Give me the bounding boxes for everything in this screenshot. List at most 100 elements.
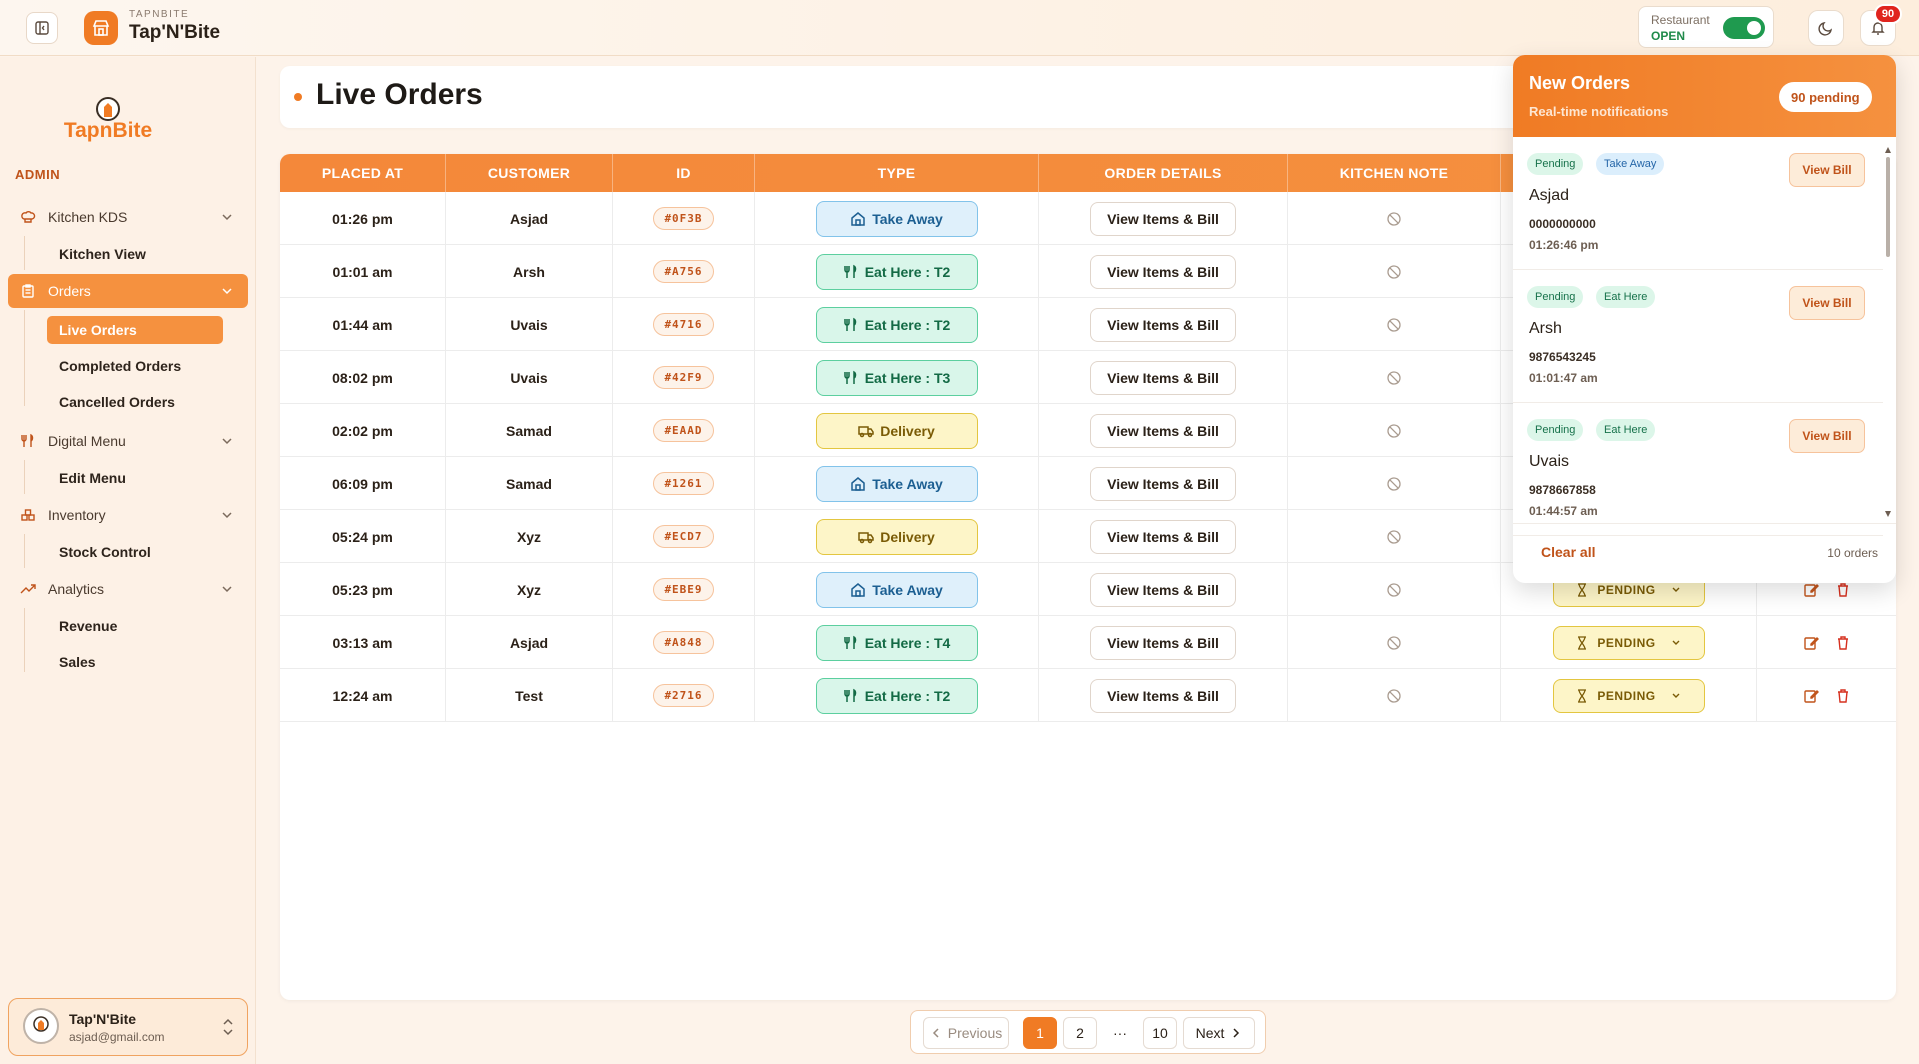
view-items-bill-button[interactable]: View Items & Bill — [1090, 201, 1236, 236]
order-details-cell: View Items & Bill — [1039, 245, 1288, 298]
nav-group-inventory[interactable]: Inventory — [8, 498, 248, 532]
nav-rail — [24, 534, 25, 568]
order-id-badge: #ECD7 — [653, 525, 714, 548]
order-type-tag: Eat Here — [1596, 419, 1656, 441]
page-button-1[interactable]: 1 — [1023, 1017, 1057, 1049]
customer-cell: Test — [446, 669, 613, 722]
id-cell: #ECD7 — [613, 510, 755, 563]
trash-icon[interactable] — [1835, 582, 1851, 598]
notification-time: 01:01:47 am — [1529, 371, 1598, 385]
page-button-10[interactable]: 10 — [1143, 1017, 1177, 1049]
page-button-2[interactable]: 2 — [1063, 1017, 1097, 1049]
id-cell: #4716 — [613, 298, 755, 351]
view-bill-button[interactable]: View Bill — [1789, 153, 1865, 187]
order-details-cell: View Items & Bill — [1039, 298, 1288, 351]
sidebar-toggle-button[interactable] — [26, 12, 58, 44]
table-row: 03:13 am Asjad #A848 Eat Here : T4 View … — [280, 616, 1896, 669]
placed-at-cell: 02:02 pm — [280, 404, 446, 457]
edit-icon[interactable] — [1803, 688, 1819, 704]
trash-icon[interactable] — [1835, 635, 1851, 651]
theme-toggle-button[interactable] — [1808, 10, 1844, 46]
pending-tag: Pending — [1527, 419, 1584, 441]
restaurant-status-toggle[interactable]: Restaurant OPEN — [1638, 6, 1774, 48]
view-items-bill-button[interactable]: View Items & Bill — [1090, 678, 1236, 713]
view-items-bill-button[interactable]: View Items & Bill — [1090, 254, 1236, 289]
hourglass-icon — [1578, 582, 1587, 597]
notification-item[interactable]: Pending Eat Here Uvais 9878667858 01:44:… — [1513, 403, 1883, 536]
chevron-left-icon — [932, 1028, 939, 1038]
status-dropdown[interactable]: PENDING — [1552, 678, 1705, 713]
status-dropdown[interactable]: PENDING — [1552, 625, 1705, 660]
view-items-bill-button[interactable]: View Items & Bill — [1090, 466, 1236, 501]
nav-item-live-orders[interactable]: Live Orders — [47, 316, 223, 344]
nav-item-revenue[interactable]: Revenue — [47, 612, 117, 640]
view-items-bill-button[interactable]: View Items & Bill — [1090, 572, 1236, 607]
clipboard-icon — [20, 283, 36, 299]
avatar — [23, 1008, 59, 1044]
kitchen-note-cell — [1288, 351, 1501, 404]
nav-item-edit-menu[interactable]: Edit Menu — [47, 464, 126, 492]
nav-item-sales[interactable]: Sales — [47, 648, 96, 676]
user-name: Tap'N'Bite — [69, 1011, 137, 1027]
previous-page-button[interactable]: Previous — [923, 1017, 1009, 1049]
chevron-down-icon — [1672, 640, 1680, 645]
nav-item-cancelled-orders[interactable]: Cancelled Orders — [47, 388, 175, 416]
kitchen-note-cell — [1288, 616, 1501, 669]
view-items-bill-button[interactable]: View Items & Bill — [1090, 413, 1236, 448]
type-cell: Delivery — [755, 404, 1039, 457]
column-header-order-details[interactable]: ORDER DETAILS — [1039, 154, 1288, 192]
placed-at-cell: 08:02 pm — [280, 351, 446, 404]
column-header-placed-at[interactable]: PLACED AT — [280, 154, 446, 192]
chevron-right-icon — [1233, 1028, 1240, 1038]
status-cell: PENDING — [1501, 616, 1757, 669]
nav-item-kitchen-view[interactable]: Kitchen View — [47, 240, 146, 268]
edit-icon[interactable] — [1803, 582, 1819, 598]
nav-group-orders[interactable]: Orders — [8, 274, 248, 308]
id-cell: #EBE9 — [613, 563, 755, 616]
user-profile-card[interactable]: Tap'N'Bite asjad@gmail.com — [8, 998, 248, 1056]
sidebar: TapnBite ADMIN Kitchen KDS Kitchen View … — [0, 57, 256, 1064]
notification-item[interactable]: Pending Eat Here Arsh 9876543245 01:01:4… — [1513, 270, 1883, 403]
view-items-bill-button[interactable]: View Items & Bill — [1090, 307, 1236, 342]
trash-icon[interactable] — [1835, 688, 1851, 704]
nav-rail — [24, 608, 25, 672]
nav-item-stock-control[interactable]: Stock Control — [47, 538, 151, 566]
view-bill-button[interactable]: View Bill — [1789, 419, 1865, 453]
view-items-bill-button[interactable]: View Items & Bill — [1090, 625, 1236, 660]
nav-group-kitchen-kds[interactable]: Kitchen KDS — [8, 200, 248, 234]
customer-cell: Asjad — [446, 616, 613, 669]
kitchen-note-cell — [1288, 457, 1501, 510]
restaurant-label: Restaurant — [1651, 13, 1710, 27]
view-items-bill-button[interactable]: View Items & Bill — [1090, 360, 1236, 395]
order-type-badge: Eat Here : T2 — [815, 306, 978, 343]
nav-item-completed-orders[interactable]: Completed Orders — [47, 352, 181, 380]
nav-group-analytics[interactable]: Analytics — [8, 572, 248, 606]
restaurant-status: OPEN — [1651, 29, 1686, 43]
customer-cell: Uvais — [446, 351, 613, 404]
order-id-badge: #4716 — [653, 313, 714, 336]
column-header-customer[interactable]: CUSTOMER — [446, 154, 613, 192]
next-page-button[interactable]: Next — [1183, 1017, 1255, 1049]
nav-group-digital-menu[interactable]: Digital Menu — [8, 424, 248, 458]
view-items-bill-button[interactable]: View Items & Bill — [1090, 519, 1236, 554]
order-details-cell: View Items & Bill — [1039, 457, 1288, 510]
scrollbar-thumb[interactable] — [1886, 157, 1890, 257]
chevron-down-icon — [222, 214, 232, 221]
no-note-icon — [1387, 476, 1401, 491]
column-header-type[interactable]: TYPE — [755, 154, 1039, 192]
no-note-icon — [1387, 264, 1401, 279]
open-switch[interactable] — [1723, 17, 1765, 39]
nav-group-label: Kitchen KDS — [48, 209, 128, 225]
utensils-icon — [843, 635, 859, 651]
nav-rail — [24, 236, 25, 270]
view-bill-button[interactable]: View Bill — [1789, 286, 1865, 320]
no-note-icon — [1387, 211, 1401, 226]
type-cell: Eat Here : T2 — [755, 245, 1039, 298]
column-header-kitchen-note[interactable]: KITCHEN NOTE — [1288, 154, 1501, 192]
edit-icon[interactable] — [1803, 635, 1819, 651]
clear-all-button[interactable]: Clear all — [1541, 544, 1595, 560]
column-header-id[interactable]: ID — [613, 154, 755, 192]
notification-item[interactable]: Pending Take Away Asjad 0000000000 01:26… — [1513, 137, 1883, 270]
notifications-scrollbar[interactable] — [1885, 147, 1891, 517]
moon-icon — [1818, 21, 1833, 36]
